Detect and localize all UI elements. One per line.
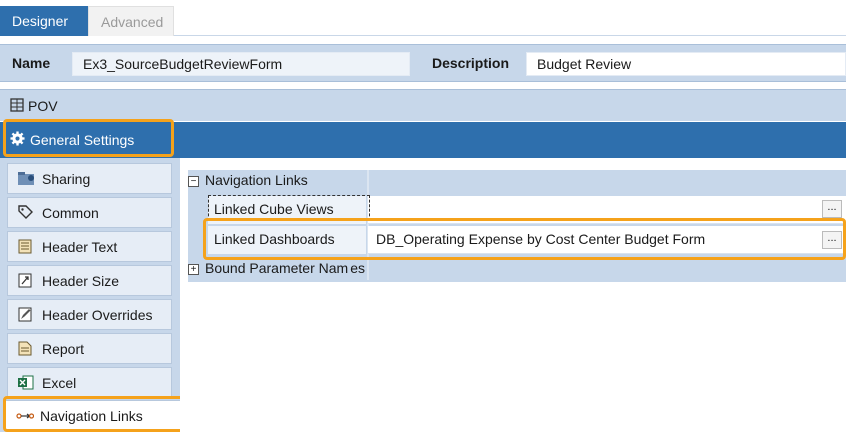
sharing-icon <box>18 171 34 186</box>
linked-dashboards-highlight <box>203 218 846 260</box>
collapse-icon[interactable]: − <box>188 176 199 187</box>
header-overrides-icon <box>18 307 33 322</box>
excel-icon <box>18 375 34 390</box>
expand-icon[interactable]: + <box>188 264 199 275</box>
sidebar-item-header-size[interactable]: Header Size <box>7 265 172 296</box>
bound-parameter-names-label: Bound Parameter Nam <box>205 260 349 276</box>
header-size-icon <box>18 273 33 288</box>
navigation-links-group[interactable]: − Navigation Links <box>188 172 308 188</box>
sidebar-item-common[interactable]: Common <box>7 197 172 228</box>
bound-parameter-names-group[interactable]: + Bound Parameter Nam es <box>188 260 365 276</box>
sidebar-item-label: Sharing <box>42 171 91 187</box>
tab-bar: Designer Advanced <box>0 0 846 36</box>
name-row: Name Ex3_SourceBudgetReviewForm Descript… <box>0 44 846 82</box>
sidebar-item-excel[interactable]: Excel <box>7 367 172 398</box>
name-field[interactable]: Ex3_SourceBudgetReviewForm <box>72 52 410 76</box>
header-text-icon <box>18 239 33 254</box>
linked-cube-views-browse-button[interactable]: ... <box>822 200 842 218</box>
sidebar-item-header-overrides[interactable]: Header Overrides <box>7 299 172 330</box>
sidebar-item-label: Header Size <box>42 273 120 289</box>
pov-icon <box>10 98 24 115</box>
sidebar-item-sharing[interactable]: Sharing <box>7 163 172 194</box>
sidebar-item-label: Common <box>42 205 99 221</box>
tab-advanced[interactable]: Advanced <box>88 6 174 36</box>
tab-designer[interactable]: Designer <box>0 6 88 36</box>
name-label: Name <box>12 55 51 71</box>
sidebar-item-label: Header Overrides <box>42 307 153 323</box>
general-settings-highlight <box>3 119 174 157</box>
bound-parameter-names-suffix: es <box>350 260 365 276</box>
pov-label: POV <box>28 98 58 114</box>
pov-section-header[interactable]: POV <box>0 89 846 121</box>
sidebar-item-label: Header Text <box>42 239 118 255</box>
sidebar-item-header-text[interactable]: Header Text <box>7 231 172 262</box>
sidebar-item-label: Report <box>42 341 85 357</box>
sidebar-item-label: Excel <box>42 375 77 391</box>
tag-icon <box>18 205 33 220</box>
navigation-links-highlight <box>3 396 194 432</box>
report-icon <box>18 341 33 356</box>
description-field[interactable]: Budget Review <box>526 52 846 76</box>
group-label: Navigation Links <box>205 172 308 188</box>
sidebar-item-report[interactable]: Report <box>7 333 172 364</box>
description-label: Description <box>432 55 510 71</box>
